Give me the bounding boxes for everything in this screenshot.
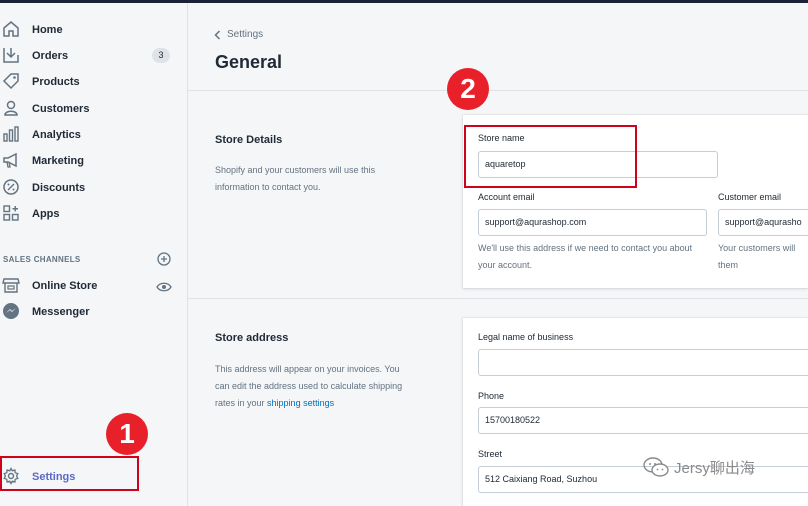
sidebar-item-discounts[interactable]: Discounts [0,175,188,201]
add-sales-channel-icon[interactable] [157,252,171,266]
sidebar-item-orders[interactable]: Orders 3 [0,43,188,69]
store-icon [2,276,20,294]
store-name-highlight-box [464,125,637,188]
account-email-label: Account email [478,192,535,202]
sidebar-item-label: Apps [32,208,60,220]
sidebar-item-home[interactable]: Home [0,17,188,43]
annotation-marker-1: 1 [106,413,148,455]
store-address-description: This address will appear on your invoice… [215,361,415,412]
customer-email-input[interactable]: support@aqurasho [718,209,808,236]
sales-channels-heading: SALES CHANNELS [3,255,81,264]
watermark-text: Jersy聊出海 [674,459,755,477]
section-divider [188,90,808,91]
customer-email-label: Customer email [718,192,782,202]
sidebar-item-label: Home [32,24,63,36]
watermark: Jersy聊出海 [642,456,755,478]
megaphone-icon [2,151,20,169]
chevron-left-icon [214,29,221,40]
sidebar-item-label: Messenger [32,306,90,318]
sidebar-item-label: Online Store [32,280,98,292]
sidebar: Home Orders 3 Products Customers Analyti… [0,3,188,506]
sidebar-item-label: Products [32,76,80,88]
discount-icon [2,178,20,196]
breadcrumb[interactable]: Settings [214,29,263,40]
apps-icon [2,204,20,222]
account-email-help: We'll use this address if we need to con… [478,243,693,270]
person-icon [2,99,20,117]
sidebar-item-label: Marketing [32,155,84,167]
store-details-title: Store Details [215,134,283,146]
sidebar-item-apps[interactable]: Apps [0,201,188,227]
page-title: General [215,52,283,72]
legal-name-input[interactable] [478,349,808,376]
shipping-settings-link[interactable]: shipping settings [267,398,334,408]
sidebar-item-label: Orders [32,50,69,62]
sidebar-item-label: Discounts [32,182,86,194]
orders-icon [2,46,20,64]
street-label: Street [478,449,503,459]
bar-chart-icon [2,125,20,143]
section-divider [188,298,808,299]
wechat-icon [643,457,669,477]
tag-icon [2,72,20,90]
account-email-input[interactable]: support@aqurashop.com [478,209,707,236]
sidebar-item-analytics[interactable]: Analytics [0,122,188,148]
store-details-description: Shopify and your customers will use this… [215,165,376,192]
home-icon [2,20,20,38]
annotation-marker-2: 2 [447,68,489,110]
sidebar-item-products[interactable]: Products [0,69,188,95]
settings-highlight-box [0,456,139,491]
sidebar-item-label: Analytics [32,129,81,141]
sidebar-item-messenger[interactable]: Messenger [0,299,188,325]
store-address-title: Store address [215,332,289,344]
breadcrumb-label: Settings [227,29,264,40]
customer-email-help: Your customers will them [718,243,796,270]
phone-label: Phone [478,391,505,401]
messenger-icon [2,302,20,320]
eye-icon[interactable] [156,280,172,292]
store-address-card: Legal name of business Phone 15700180522… [463,318,808,506]
orders-count-badge: 3 [152,48,170,63]
legal-name-label: Legal name of business [478,332,574,342]
sidebar-item-label: Customers [32,103,90,115]
sidebar-item-customers[interactable]: Customers [0,96,188,122]
sidebar-item-marketing[interactable]: Marketing [0,148,188,174]
phone-input[interactable]: 15700180522 [478,407,808,434]
